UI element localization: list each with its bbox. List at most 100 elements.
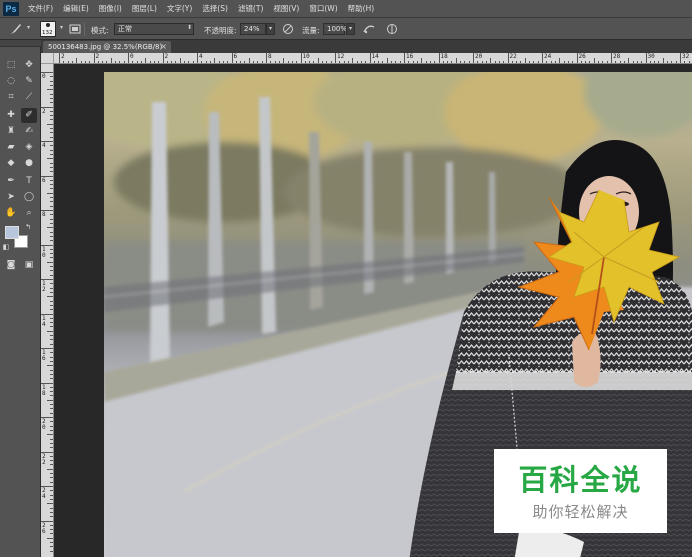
pen-icon[interactable]: ✒ <box>3 174 19 189</box>
ruler-label: 22 <box>509 53 517 60</box>
ruler-minor-tick <box>47 365 53 367</box>
ruler-label: 26 <box>578 53 586 60</box>
ruler-minor-tick <box>47 399 53 401</box>
ruler-label: 30 <box>647 53 655 60</box>
history-brush-icon[interactable]: ✍ <box>21 124 37 139</box>
ruler-label: 32 <box>682 53 690 60</box>
ruler-label: 1 6 <box>42 349 46 362</box>
ruler-label: 14 <box>371 53 379 60</box>
ruler-label: 2 4 <box>42 487 46 500</box>
pressure-opacity-icon[interactable] <box>281 22 295 36</box>
menu-help[interactable]: 帮助(H) <box>343 3 380 14</box>
ruler-tick <box>369 53 371 63</box>
flow-label: 流量: <box>302 26 320 35</box>
vertical-ruler[interactable]: 0 2 4 6 8 1 0 1 2 1 4 1 6 1 8 2 0 2 2 2 4 2 6 <box>41 64 54 557</box>
menu-window[interactable]: 窗口(W) <box>304 3 342 14</box>
watermark-title: 百科全说 <box>518 463 643 497</box>
shape-icon[interactable]: ◯ <box>21 190 37 205</box>
menu-type[interactable]: 文字(Y) <box>162 3 197 14</box>
ruler-minor-tick <box>47 468 53 470</box>
ruler-tick <box>542 53 543 63</box>
ruler-label: 20 <box>475 53 483 60</box>
brush-size-value: 132 <box>42 30 53 36</box>
marquee-icon[interactable]: ⬚ <box>3 58 19 73</box>
menu-view[interactable]: 视图(V) <box>268 3 304 14</box>
watermark-logo: 百科全说 助你轻松解决 <box>494 449 667 533</box>
dodge-icon[interactable]: ● <box>21 156 37 171</box>
ruler-minor-tick <box>47 192 53 194</box>
bucket-icon[interactable]: ◈ <box>21 140 37 155</box>
menu-select[interactable]: 选择(S) <box>197 3 233 14</box>
flow-dropdown[interactable]: ▾ <box>346 23 355 35</box>
foreground-color-swatch[interactable] <box>5 226 19 239</box>
document-tab[interactable]: 500136483.jpg @ 32.5%(RGB/8) × <box>43 41 171 53</box>
brush-dot-icon <box>46 23 50 27</box>
horizontal-ruler[interactable]: 22024681012141618202224262830323436 <box>54 53 692 64</box>
crop-icon[interactable]: ⌗ <box>3 90 19 105</box>
mode-dropdown-arrow-icon[interactable]: ⬍ <box>185 23 194 35</box>
ruler-origin[interactable] <box>41 53 54 64</box>
ruler-label: 28 <box>613 53 621 60</box>
brush-panel-icon[interactable] <box>68 22 82 36</box>
ruler-minor-tick <box>47 89 53 91</box>
swap-colors-icon[interactable]: ↰ <box>23 222 33 232</box>
type-icon[interactable]: T <box>21 174 37 189</box>
ruler-tick <box>680 53 681 63</box>
eraser-icon[interactable]: ▰ <box>3 140 19 155</box>
ruler-tick <box>128 53 129 63</box>
ruler-minor-tick <box>47 261 53 263</box>
mode-select[interactable]: 正常 <box>114 23 194 35</box>
brush-icon[interactable] <box>9 22 23 36</box>
healing-icon[interactable]: ✚ <box>3 108 19 123</box>
ruler-label: 2 <box>95 53 100 60</box>
tool-preset-dropdown[interactable]: ▾ <box>24 23 33 35</box>
separator <box>84 22 85 36</box>
ruler-label: 1 2 <box>42 280 46 293</box>
photoshop-logo: Ps <box>3 1 19 16</box>
ruler-tick <box>162 53 164 63</box>
ruler-tick <box>59 53 60 63</box>
ruler-label: 8 <box>268 53 272 60</box>
ruler-minor-tick <box>47 330 53 332</box>
ruler-tick <box>197 53 198 63</box>
ruler-tick <box>611 53 612 63</box>
ruler-label: 24 <box>544 53 552 60</box>
pressure-size-icon[interactable] <box>385 22 399 36</box>
ruler-label: 0 <box>130 53 134 60</box>
airbrush-icon[interactable] <box>362 22 376 36</box>
quick-mask-icon[interactable]: ◙ <box>3 258 19 273</box>
brush-preview[interactable]: 132 <box>40 21 56 37</box>
ruler-label: 18 <box>440 53 448 60</box>
menu-edit[interactable]: 编辑(E) <box>58 3 94 14</box>
eyedropper-icon[interactable]: ⟋ <box>21 90 37 105</box>
ruler-label: 2 0 <box>42 418 46 431</box>
hand-icon[interactable]: ✋ <box>3 206 19 221</box>
zoom-icon[interactable]: ⌕ <box>21 206 37 221</box>
blur-icon[interactable]: ◆ <box>3 156 19 171</box>
close-icon[interactable]: × <box>160 41 167 53</box>
menu-file[interactable]: 文件(F) <box>23 3 58 14</box>
menu-image[interactable]: 图像(I) <box>94 3 127 14</box>
ruler-tick <box>507 53 509 63</box>
move-icon[interactable]: ✥ <box>21 58 37 73</box>
brush-tool-icon[interactable]: ✐ <box>21 108 37 123</box>
tools-panel-grip[interactable] <box>0 40 41 47</box>
menu-layer[interactable]: 图层(L) <box>127 3 162 14</box>
ruler-label: 4 <box>199 53 203 60</box>
path-select-icon[interactable]: ➤ <box>3 190 19 205</box>
menu-bar: Ps 文件(F) 编辑(E) 图像(I) 图层(L) 文字(Y) 选择(S) 滤… <box>0 0 692 18</box>
stamp-icon[interactable]: ♜ <box>3 124 19 139</box>
ruler-tick <box>266 53 267 63</box>
screen-mode-icon[interactable]: ▣ <box>21 258 37 273</box>
menu-filter[interactable]: 滤镜(T) <box>233 3 268 14</box>
default-colors-icon[interactable]: ◧ <box>1 242 11 252</box>
ruler-label: 10 <box>302 53 310 60</box>
flow-input[interactable]: 100% <box>323 23 347 35</box>
opacity-dropdown[interactable]: ▾ <box>266 23 275 35</box>
ruler-label: 2 2 <box>42 452 46 466</box>
opacity-input[interactable]: 24% <box>240 23 266 35</box>
quick-select-icon[interactable]: ✎ <box>21 74 37 89</box>
lasso-icon[interactable]: ◌ <box>3 74 19 89</box>
brush-size-dropdown[interactable]: ▾ <box>57 23 66 35</box>
ruler-label: 16 <box>406 53 414 60</box>
